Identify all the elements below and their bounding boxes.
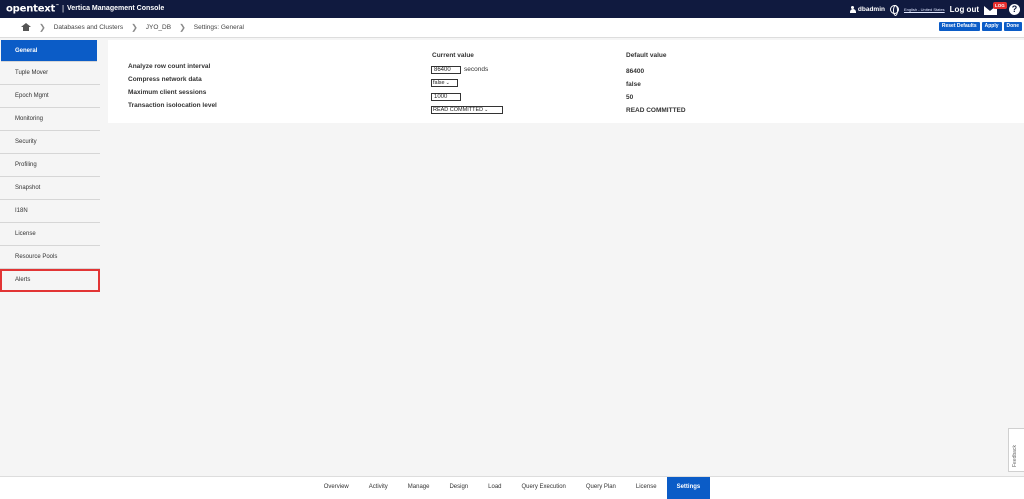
isolation-level-select[interactable]: READ COMMITTED ⌄: [431, 106, 503, 114]
setting-label: Maximum client sessions: [128, 89, 207, 96]
tab-load[interactable]: Load: [478, 477, 511, 499]
sidebar-item-resource-pools[interactable]: Resource Pools: [0, 246, 100, 269]
globe-icon[interactable]: [889, 4, 899, 16]
tab-license[interactable]: License: [626, 477, 667, 499]
settings-sidebar: General Tuple Mover Epoch Mgmt Monitorin…: [0, 40, 100, 292]
sidebar-item-epoch-mgmt[interactable]: Epoch Mgmt: [0, 85, 100, 108]
breadcrumb-current: Settings: General: [193, 24, 245, 31]
tab-manage[interactable]: Manage: [398, 477, 440, 499]
tab-settings[interactable]: Settings: [666, 477, 711, 499]
compress-network-select[interactable]: false ⌄: [431, 79, 458, 87]
brand: opentext™ | Vertica Management Console: [0, 3, 164, 14]
default-value: READ COMMITTED: [626, 107, 686, 114]
reset-defaults-button[interactable]: Reset Defaults: [938, 22, 980, 31]
tab-design[interactable]: Design: [439, 477, 478, 499]
bottom-nav: Overview Activity Manage Design Load Que…: [0, 476, 1024, 499]
home-icon[interactable]: [21, 22, 31, 32]
sidebar-item-general[interactable]: General: [1, 40, 97, 62]
feedback-tab[interactable]: Feedback: [1008, 428, 1024, 472]
logout-link[interactable]: Log out: [950, 5, 979, 14]
user-icon: [849, 5, 856, 13]
messages-button[interactable]: LOG: [984, 1, 1007, 16]
sidebar-item-security[interactable]: Security: [0, 131, 100, 154]
breadcrumb-database[interactable]: JYO_DB: [146, 24, 171, 31]
setting-label: Compress network data: [128, 76, 202, 83]
default-value-header: Default value: [626, 52, 667, 59]
chevron-down-icon: ⌄: [445, 80, 450, 86]
default-value: 50: [626, 94, 634, 101]
language-link[interactable]: English - United States: [904, 7, 945, 12]
apply-button[interactable]: Apply: [981, 22, 1002, 31]
chevron-down-icon: ⌄: [484, 107, 489, 113]
chevron-right-icon: ❯: [131, 23, 138, 32]
chevron-right-icon: ❯: [39, 23, 46, 32]
done-button[interactable]: Done: [1003, 22, 1022, 31]
user-menu[interactable]: dbadmin: [849, 5, 885, 13]
chevron-right-icon: ❯: [179, 23, 186, 32]
app-title: Vertica Management Console: [67, 5, 165, 13]
current-value-header: Current value: [432, 52, 474, 59]
user-name: dbadmin: [857, 5, 885, 13]
analyze-row-count-input[interactable]: 86400: [431, 66, 461, 74]
breadcrumb: ❯ Databases and Clusters ❯ JYO_DB ❯ Sett…: [0, 18, 1024, 38]
select-value: READ COMMITTED: [433, 107, 484, 113]
sidebar-item-i18n[interactable]: I18N: [0, 200, 100, 223]
message-badge: LOG: [993, 1, 1007, 9]
sidebar-item-profiling[interactable]: Profiling: [0, 154, 100, 177]
setting-label: Analyze row count interval: [128, 63, 211, 70]
sidebar-item-license[interactable]: License: [0, 223, 100, 246]
default-value: false: [626, 81, 641, 88]
unit-label: seconds: [464, 66, 489, 73]
general-settings-panel: Current value Default value Analyze row …: [108, 40, 1024, 123]
select-value: false: [433, 80, 445, 86]
max-client-sessions-input[interactable]: 1000: [431, 93, 461, 101]
page-actions: Reset Defaults Apply Done: [938, 22, 1022, 31]
setting-label: Transaction isolocation level: [128, 102, 217, 109]
tab-query-execution[interactable]: Query Execution: [512, 477, 576, 499]
feedback-label: Feedback: [1012, 445, 1018, 467]
sidebar-item-monitoring[interactable]: Monitoring: [0, 108, 100, 131]
sidebar-item-alerts[interactable]: Alerts: [0, 269, 100, 292]
sidebar-item-tuple-mover[interactable]: Tuple Mover: [0, 62, 100, 85]
tab-activity[interactable]: Activity: [359, 477, 398, 499]
help-icon[interactable]: ?: [1009, 3, 1020, 15]
top-bar: opentext™ | Vertica Management Console d…: [0, 0, 1024, 18]
top-right-controls: dbadmin English - United States Log out …: [849, 0, 1020, 18]
breadcrumb-databases[interactable]: Databases and Clusters: [54, 24, 123, 31]
tab-overview[interactable]: Overview: [314, 477, 359, 499]
brand-separator: |: [61, 4, 65, 14]
tab-query-plan[interactable]: Query Plan: [576, 477, 626, 499]
sidebar-item-snapshot[interactable]: Snapshot: [0, 177, 100, 200]
brand-logo: opentext™: [6, 3, 59, 15]
default-value: 86400: [626, 68, 645, 75]
